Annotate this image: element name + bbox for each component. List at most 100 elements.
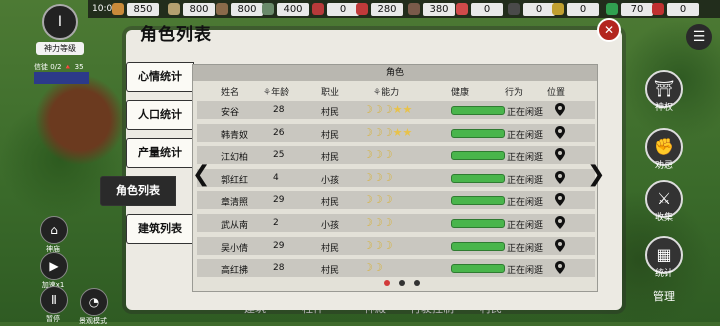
cell-name: 高红拂 — [221, 266, 249, 277]
location-pin-icon[interactable] — [555, 193, 565, 207]
table-row[interactable]: 武从南 2 小孩 ☽☽☽ 正在闲逛 — [197, 214, 595, 232]
cell-job: 小孩 — [321, 221, 340, 231]
group-header: 角色 — [193, 65, 597, 81]
tab-1[interactable]: 人口统计 — [126, 100, 194, 130]
resource-icon — [262, 3, 274, 15]
god-icon: Ⅰ — [42, 4, 78, 40]
star-icon: ★ — [392, 103, 403, 116]
cell-action: 正在闲逛 — [507, 130, 544, 141]
resource-value: 800 — [183, 2, 215, 16]
cell-ability: ☽☽☽ — [363, 193, 393, 206]
resource-value: 400 — [277, 2, 309, 16]
star-icon: ★ — [402, 125, 413, 139]
table-row[interactable]: 吴小倩 29 村民 ☽☽☽ 正在闲逛 — [197, 236, 595, 255]
page-dot[interactable] — [384, 280, 390, 286]
resource-value: 0 — [667, 2, 699, 16]
table-row[interactable]: 郭红红 4 小孩 ☽☽☽ 正在闲逛 — [197, 168, 595, 187]
cell-ability: ☽☽☽★★ — [363, 103, 412, 116]
moon-icon: ☽ — [382, 193, 393, 207]
banner-flag — [34, 72, 89, 84]
close-button[interactable]: ✕ — [597, 18, 621, 42]
cell-job: 村民 — [321, 198, 340, 209]
page-dot[interactable] — [399, 280, 405, 286]
table-row[interactable]: 安谷 28 村民 ☽☽☽★★ 正在闲逛 — [197, 101, 595, 119]
moon-icon: ☽ — [363, 216, 373, 229]
location-pin-icon[interactable] — [555, 103, 565, 116]
tab-2[interactable]: 产量统计 — [126, 138, 194, 168]
cell-job: 村民 — [321, 266, 340, 277]
table-row[interactable]: 韩青奴 26 村民 ☽☽☽★★ 正在闲逛 — [197, 123, 595, 142]
god-level-label: 神力等级 — [36, 42, 84, 55]
cell-job: 村民 — [321, 243, 340, 254]
moon-icon: ☽ — [372, 103, 383, 116]
tab-4[interactable]: 建筑列表 — [126, 214, 194, 244]
table-row[interactable]: 江幻柏 25 村民 ☽☽☽ 正在闲逛 — [197, 146, 595, 165]
health-bar — [451, 219, 505, 228]
cell-age: 2 — [273, 218, 279, 228]
moon-icon: ☽ — [372, 216, 383, 229]
cell-ability: ☽☽ — [363, 261, 383, 274]
moon-icon: ☽ — [382, 216, 393, 229]
page-dot[interactable] — [414, 280, 420, 286]
resource-8: 0 — [508, 2, 555, 16]
location-pin-icon[interactable] — [555, 170, 565, 184]
col-age: ⚘年龄 — [263, 88, 290, 98]
home-button[interactable]: ⌂ — [40, 216, 68, 244]
pause-button[interactable]: Ⅱ — [40, 286, 68, 314]
prev-page-button[interactable]: ❮ — [192, 162, 210, 187]
cell-action: 正在闲逛 — [507, 175, 544, 186]
location-pin-icon[interactable] — [555, 238, 565, 252]
moon-icon: ☽ — [382, 238, 393, 252]
panel-title: 角色列表 — [140, 25, 212, 45]
location-pin-icon[interactable] — [555, 125, 565, 139]
sword-icon: ⚔ — [656, 189, 672, 208]
menu-icon[interactable]: ☰ — [686, 24, 712, 50]
god-level-badge[interactable]: Ⅰ 神力等级 — [36, 4, 84, 58]
col-ability: ⚘能力 — [373, 88, 400, 98]
cell-action: 正在闲逛 — [507, 198, 544, 209]
moon-icon: ☽ — [372, 193, 383, 207]
temple-icon: ⛩ — [653, 79, 675, 98]
cell-action: 正在闲逛 — [507, 266, 544, 277]
cell-name: 武从南 — [221, 221, 249, 231]
cell-age: 29 — [273, 240, 285, 251]
location-pin-icon[interactable] — [555, 216, 565, 229]
cell-name: 吴小倩 — [221, 243, 249, 254]
next-page-button[interactable]: ❯ — [587, 162, 605, 187]
cell-ability: ☽☽☽ — [363, 171, 393, 184]
moon-icon: ☽ — [363, 125, 373, 139]
cell-action: 正在闲逛 — [507, 108, 544, 118]
cell-age: 28 — [273, 263, 285, 274]
health-bar — [451, 264, 505, 274]
resource-icon — [456, 3, 468, 15]
resource-4: 0 — [312, 2, 359, 16]
play-button[interactable]: ▶ — [40, 252, 68, 280]
tab-3[interactable]: 角色列表 — [100, 176, 176, 206]
cell-name: 郭红红 — [221, 175, 249, 186]
table-header: 姓名 ⚘年龄 职业 ⚘能力 健康 行为 位置 — [193, 83, 597, 98]
arm-icon: ✊ — [654, 137, 674, 156]
location-pin-icon[interactable] — [555, 261, 565, 275]
resource-5: 280 — [356, 2, 403, 16]
location-pin-icon[interactable] — [555, 148, 565, 162]
resource-icon — [168, 3, 180, 15]
resource-value: 800 — [231, 2, 263, 16]
moon-icon: ☽ — [363, 261, 373, 275]
manage-label[interactable]: 管理 — [645, 288, 683, 304]
view-button[interactable]: ◔ — [80, 288, 108, 316]
health-bar — [451, 128, 505, 138]
table-row[interactable]: 章清照 29 村民 ☽☽☽ 正在闲逛 — [197, 191, 595, 210]
pause-icon: Ⅱ — [51, 293, 57, 307]
cell-job: 小孩 — [321, 175, 340, 186]
tab-0[interactable]: 心情统计 — [126, 62, 194, 92]
home-icon: ⌂ — [50, 223, 58, 237]
resource-icon — [312, 3, 324, 15]
control-label: 暂停 — [46, 315, 60, 323]
resource-2: 800 — [216, 2, 263, 16]
moon-icon: ☽ — [382, 103, 393, 116]
table-row[interactable]: 高红拂 28 村民 ☽☽ 正在闲逛 — [197, 259, 595, 278]
resource-icon — [408, 3, 420, 15]
moon-icon: ☽ — [382, 148, 393, 162]
moon-icon: ☽ — [372, 148, 383, 162]
resource-11: 0 — [652, 2, 699, 16]
